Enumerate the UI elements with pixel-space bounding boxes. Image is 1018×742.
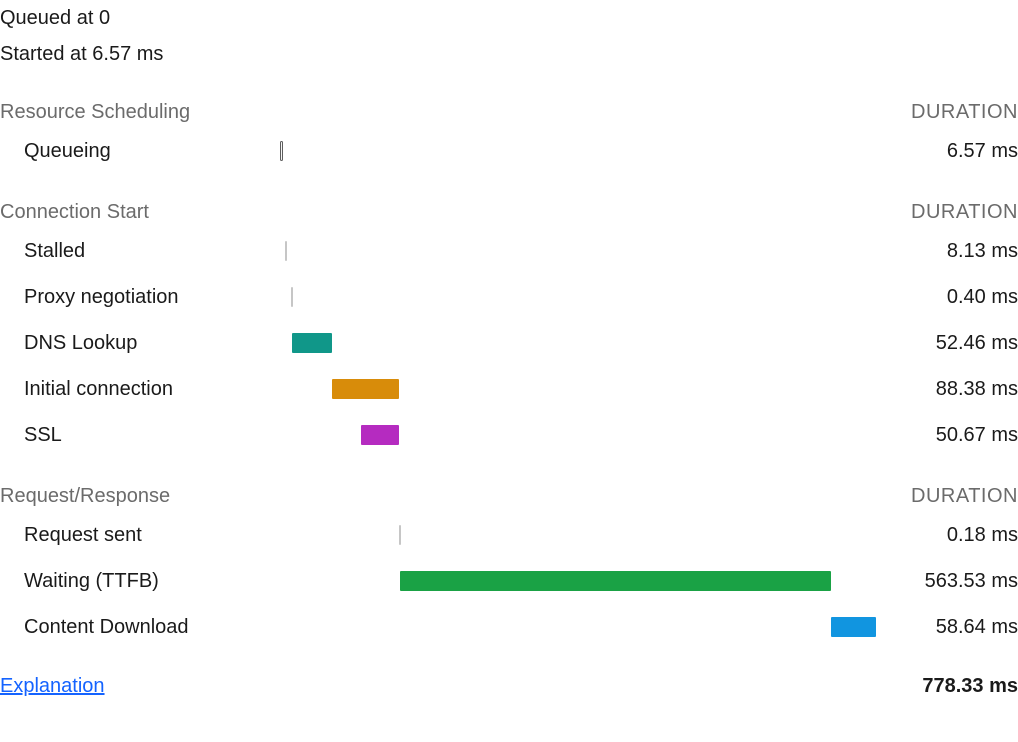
timing-bar-track bbox=[280, 615, 876, 639]
timing-row-label: Queueing bbox=[0, 137, 280, 165]
timing-row-value: 50.67 ms bbox=[888, 421, 1018, 449]
timing-bar bbox=[332, 379, 400, 399]
timing-row: Queueing 6.57 ms bbox=[0, 128, 1018, 174]
timing-bar-track bbox=[280, 377, 876, 401]
timing-bar bbox=[399, 525, 401, 545]
timing-row: DNS Lookup 52.46 ms bbox=[0, 320, 1018, 366]
timing-bar bbox=[292, 333, 332, 353]
timing-bar-track bbox=[280, 139, 876, 163]
timing-bar bbox=[400, 571, 832, 591]
timing-row-label: Content Download bbox=[0, 613, 280, 641]
explanation-link[interactable]: Explanation bbox=[0, 672, 105, 700]
timing-bar-track bbox=[280, 423, 876, 447]
timing-row-label: SSL bbox=[0, 421, 280, 449]
timing-row: Stalled 8.13 ms bbox=[0, 228, 1018, 274]
timing-panel: Queued at 0 Started at 6.57 ms Resource … bbox=[0, 0, 1018, 700]
timing-row-label: Stalled bbox=[0, 237, 280, 265]
timing-row-value: 88.38 ms bbox=[888, 375, 1018, 403]
timing-bar bbox=[361, 425, 400, 445]
timing-row: SSL 50.67 ms bbox=[0, 412, 1018, 458]
queued-at-line: Queued at 0 bbox=[0, 2, 1018, 38]
timing-bar-track bbox=[280, 239, 876, 263]
duration-column-header: DURATION bbox=[911, 482, 1018, 510]
timing-row-label: Proxy negotiation bbox=[0, 283, 280, 311]
total-duration-value: 778.33 ms bbox=[922, 672, 1018, 700]
timing-bar bbox=[291, 287, 293, 307]
timing-bar-track bbox=[280, 523, 876, 547]
timing-bar bbox=[831, 617, 876, 637]
timing-row-value: 0.18 ms bbox=[888, 521, 1018, 549]
timing-row-value: 563.53 ms bbox=[888, 567, 1018, 595]
section-title: Resource Scheduling bbox=[0, 98, 190, 126]
timing-bar-track bbox=[280, 569, 876, 593]
timing-bar bbox=[280, 141, 283, 161]
timing-row: Proxy negotiation 0.40 ms bbox=[0, 274, 1018, 320]
timing-row-value: 52.46 ms bbox=[888, 329, 1018, 357]
section-title: Request/Response bbox=[0, 482, 170, 510]
timing-bar-track bbox=[280, 285, 876, 309]
timing-row-label: Waiting (TTFB) bbox=[0, 567, 280, 595]
section-header: Connection Start DURATION bbox=[0, 174, 1018, 228]
section-title: Connection Start bbox=[0, 198, 149, 226]
timing-row-label: Request sent bbox=[0, 521, 280, 549]
timing-row: Waiting (TTFB) 563.53 ms bbox=[0, 558, 1018, 604]
section-header: Request/Response DURATION bbox=[0, 458, 1018, 512]
duration-column-header: DURATION bbox=[911, 98, 1018, 126]
section-header: Resource Scheduling DURATION bbox=[0, 74, 1018, 128]
timing-row: Initial connection 88.38 ms bbox=[0, 366, 1018, 412]
duration-column-header: DURATION bbox=[911, 198, 1018, 226]
timing-row: Content Download 58.64 ms bbox=[0, 604, 1018, 650]
timing-row-label: DNS Lookup bbox=[0, 329, 280, 357]
timing-bar bbox=[285, 241, 287, 261]
timing-row: Request sent 0.18 ms bbox=[0, 512, 1018, 558]
started-at-line: Started at 6.57 ms bbox=[0, 38, 1018, 74]
timing-row-label: Initial connection bbox=[0, 375, 280, 403]
timing-bar-track bbox=[280, 331, 876, 355]
timing-row-value: 6.57 ms bbox=[888, 137, 1018, 165]
timing-row-value: 58.64 ms bbox=[888, 613, 1018, 641]
timing-row-value: 0.40 ms bbox=[888, 283, 1018, 311]
timing-row-value: 8.13 ms bbox=[888, 237, 1018, 265]
